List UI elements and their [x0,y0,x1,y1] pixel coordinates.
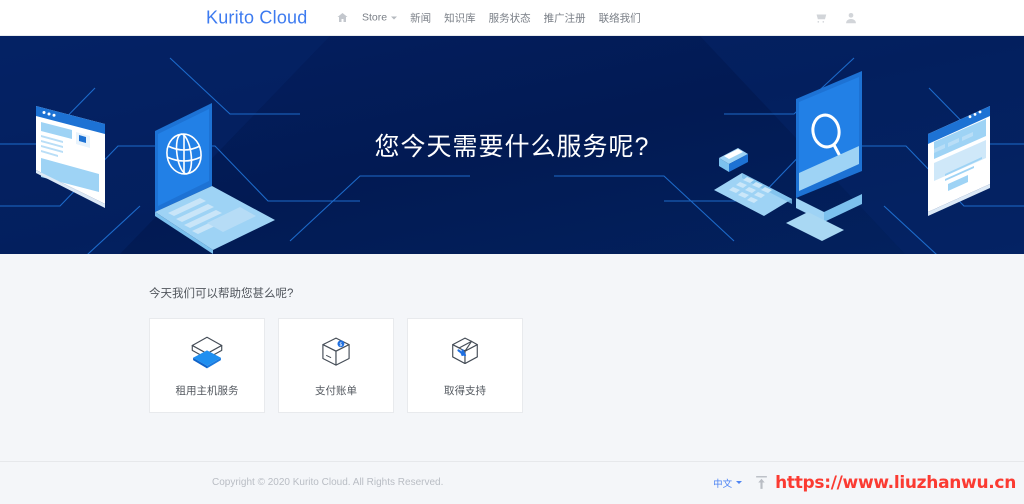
card-order-hosting[interactable]: 租用主机服务 [149,318,265,413]
header-actions [814,11,858,25]
home-icon [337,13,348,22]
nav-knowledgebase[interactable]: 知识库 [444,10,476,25]
nav-home[interactable] [336,12,349,24]
hero-banner: 您今天需要什么服务呢? [0,36,1024,254]
card-label: 支付账单 [315,384,357,397]
nav-store-label: Store [362,11,388,24]
chevron-down-icon [736,481,743,484]
nav-news[interactable]: 新闻 [410,10,431,25]
footer-actions: 中文 https://www.liuzhanwu.cn [713,473,1016,493]
card-get-support[interactable]: 取得支持 [407,318,523,413]
order-box-icon [191,336,223,368]
nav-service-status[interactable]: 服务状态 [489,10,531,25]
language-selector[interactable]: 中文 [713,476,743,490]
brand-logo[interactable]: Kurito Cloud [206,7,307,28]
nav-contact[interactable]: 联络我们 [599,10,641,25]
support-box-icon [452,337,478,364]
watermark: https://www.liuzhanwu.cn [755,473,1016,493]
card-label: 取得支持 [444,384,486,397]
section-title: 今天我们可以帮助您甚么呢? [149,288,294,300]
main-content: 今天我们可以帮助您甚么呢? 租用主机服务 $ 支付账单 取得支持 [0,254,1024,461]
upload-arrow-icon [756,476,767,489]
hero-title: 您今天需要什么服务呢? [374,133,650,161]
svg-text:$: $ [339,341,342,347]
billing-box-icon: $ [322,337,350,366]
content-container: 今天我们可以帮助您甚么呢? 租用主机服务 $ 支付账单 取得支持 [138,254,886,413]
chevron-down-icon [391,16,398,19]
watermark-url: https://www.liuzhanwu.cn [775,472,1016,493]
card-pay-bill[interactable]: $ 支付账单 [278,318,394,413]
nav-store[interactable]: Store [362,11,398,24]
copyright-text: Copyright © 2020 Kurito Cloud. All Right… [212,477,444,488]
user-account-icon[interactable] [844,11,858,25]
card-label: 租用主机服务 [175,384,239,397]
nav-affiliate[interactable]: 推广注册 [544,10,586,25]
quick-action-cards: 租用主机服务 $ 支付账单 取得支持 [138,318,886,413]
site-header: Kurito Cloud Store 新闻 知识库 服务状态 推广注册 联络我们 [0,0,1024,36]
language-label: 中文 [713,478,733,490]
site-footer: Copyright © 2020 Kurito Cloud. All Right… [0,461,1024,503]
main-navigation: Store 新闻 知识库 服务状态 推广注册 联络我们 [336,10,641,25]
shopping-cart-icon[interactable] [814,11,828,25]
